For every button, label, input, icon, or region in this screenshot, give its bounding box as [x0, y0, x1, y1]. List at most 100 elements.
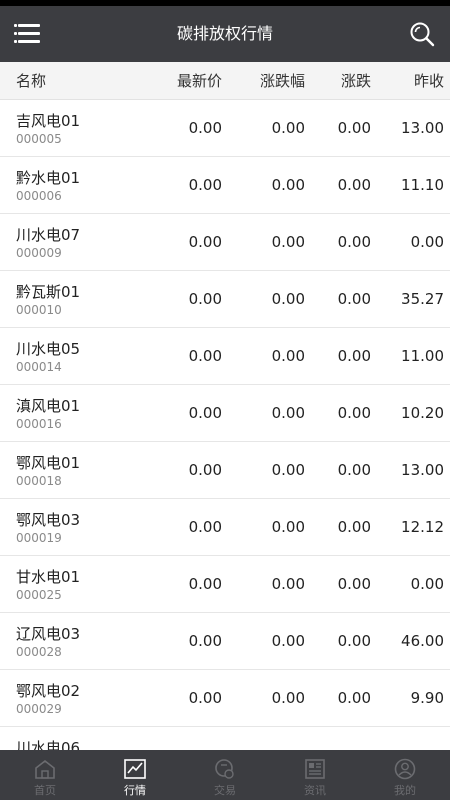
- row-name: 黔水电01: [16, 169, 81, 187]
- table-row[interactable]: 黔瓦斯01 000010 0.00 0.00 0.00 35.27: [0, 271, 450, 328]
- col-name[interactable]: 名称: [16, 62, 46, 100]
- tab-mine-label: 我的: [394, 784, 416, 797]
- table-row[interactable]: 吉风电01 000005 0.00 0.00 0.00 13.00: [0, 100, 450, 157]
- row-price: 0.00: [188, 233, 222, 251]
- row-price: 0.00: [188, 347, 222, 365]
- col-change-pct[interactable]: 涨跌幅: [260, 62, 305, 100]
- row-price: 0.00: [188, 689, 222, 707]
- row-price: 0.00: [188, 461, 222, 479]
- col-latest-price[interactable]: 最新价: [177, 62, 222, 100]
- row-code: 000009: [16, 246, 62, 260]
- row-prev: 13.00: [401, 119, 444, 137]
- row-code: 000028: [16, 645, 62, 659]
- row-prev: 11.10: [401, 176, 444, 194]
- row-name: 黔瓦斯01: [16, 283, 81, 301]
- news-icon: [305, 759, 325, 779]
- row-name: 鄂风电01: [16, 454, 81, 472]
- row-code: 000025: [16, 588, 62, 602]
- row-change: 0.00: [337, 518, 371, 536]
- tab-quotes[interactable]: 行情: [90, 750, 180, 800]
- row-prev: 13.00: [401, 461, 444, 479]
- row-pct: 0.00: [271, 290, 305, 308]
- row-prev: 0.00: [410, 575, 444, 593]
- table-row[interactable]: 鄂风电03 000019 0.00 0.00 0.00 12.12: [0, 499, 450, 556]
- row-change: 0.00: [337, 233, 371, 251]
- row-name: 鄂风电03: [16, 511, 81, 529]
- search-button[interactable]: [408, 20, 436, 48]
- row-change: 0.00: [337, 176, 371, 194]
- quote-list[interactable]: 吉风电01 000005 0.00 0.00 0.00 13.00 黔水电01 …: [0, 100, 450, 750]
- row-change: 0.00: [337, 119, 371, 137]
- row-prev: 11.00: [401, 347, 444, 365]
- row-code: 000016: [16, 417, 62, 431]
- table-row[interactable]: 川水电07 000009 0.00 0.00 0.00 0.00: [0, 214, 450, 271]
- row-name: 川水电05: [16, 340, 81, 358]
- row-pct: 0.00: [271, 347, 305, 365]
- row-change: 0.00: [337, 632, 371, 650]
- tab-quotes-label: 行情: [124, 784, 146, 797]
- row-prev: 12.12: [401, 518, 444, 536]
- table-row[interactable]: 滇风电01 000016 0.00 0.00 0.00 10.20: [0, 385, 450, 442]
- row-name: 甘水电01: [16, 568, 81, 586]
- table-row[interactable]: 川水电06: [0, 727, 450, 750]
- bottom-tab-bar: 首页 行情 交易 资讯 我的: [0, 750, 450, 800]
- row-code: 000014: [16, 360, 62, 374]
- row-code: 000006: [16, 189, 62, 203]
- row-code: 000005: [16, 132, 62, 146]
- page-title: 碳排放权行情: [176, 24, 273, 43]
- tab-home-label: 首页: [34, 784, 56, 797]
- row-pct: 0.00: [271, 518, 305, 536]
- row-name: 川水电07: [16, 226, 81, 244]
- row-prev: 9.90: [410, 689, 444, 707]
- row-pct: 0.00: [271, 119, 305, 137]
- row-prev: 10.20: [401, 404, 444, 422]
- col-change[interactable]: 涨跌: [341, 62, 371, 100]
- table-row[interactable]: 川水电05 000014 0.00 0.00 0.00 11.00: [0, 328, 450, 385]
- row-price: 0.00: [188, 518, 222, 536]
- row-price: 0.00: [188, 119, 222, 137]
- row-price: 0.00: [188, 290, 222, 308]
- trade-icon: [215, 759, 234, 779]
- row-name: 鄂风电02: [16, 682, 81, 700]
- table-row[interactable]: 鄂风电01 000018 0.00 0.00 0.00 13.00: [0, 442, 450, 499]
- row-change: 0.00: [337, 404, 371, 422]
- row-change: 0.00: [337, 461, 371, 479]
- row-change: 0.00: [337, 347, 371, 365]
- tab-trade-label: 交易: [214, 784, 236, 797]
- row-prev: 46.00: [401, 632, 444, 650]
- table-row[interactable]: 甘水电01 000025 0.00 0.00 0.00 0.00: [0, 556, 450, 613]
- row-pct: 0.00: [271, 176, 305, 194]
- home-icon: [35, 759, 55, 779]
- col-prev-close[interactable]: 昨收: [414, 62, 444, 100]
- row-change: 0.00: [337, 290, 371, 308]
- tab-news-label: 资讯: [304, 784, 326, 797]
- chart-icon: [124, 759, 146, 779]
- row-pct: 0.00: [271, 575, 305, 593]
- row-name: 滇风电01: [16, 397, 81, 415]
- row-code: 000029: [16, 702, 62, 716]
- row-pct: 0.00: [271, 233, 305, 251]
- table-row[interactable]: 黔水电01 000006 0.00 0.00 0.00 11.10: [0, 157, 450, 214]
- row-change: 0.00: [337, 575, 371, 593]
- row-price: 0.00: [188, 632, 222, 650]
- row-name: 川水电06: [16, 739, 81, 750]
- row-price: 0.00: [188, 176, 222, 194]
- row-pct: 0.00: [271, 632, 305, 650]
- row-pct: 0.00: [271, 689, 305, 707]
- tab-news[interactable]: 资讯: [270, 750, 360, 800]
- row-price: 0.00: [188, 575, 222, 593]
- column-header: 名称 最新价 涨跌幅 涨跌 昨收: [0, 62, 450, 100]
- tab-trade[interactable]: 交易: [180, 750, 270, 800]
- row-name: 吉风电01: [16, 112, 81, 130]
- search-icon: [410, 22, 435, 47]
- tab-mine[interactable]: 我的: [360, 750, 450, 800]
- tab-home[interactable]: 首页: [0, 750, 90, 800]
- row-code: 000018: [16, 474, 62, 488]
- app-header: 碳排放权行情: [0, 6, 450, 62]
- table-row[interactable]: 鄂风电02 000029 0.00 0.00 0.00 9.90: [0, 670, 450, 727]
- row-prev: 35.27: [401, 290, 444, 308]
- table-row[interactable]: 辽风电03 000028 0.00 0.00 0.00 46.00: [0, 613, 450, 670]
- row-price: 0.00: [188, 404, 222, 422]
- row-pct: 0.00: [271, 404, 305, 422]
- row-name: 辽风电03: [16, 625, 81, 643]
